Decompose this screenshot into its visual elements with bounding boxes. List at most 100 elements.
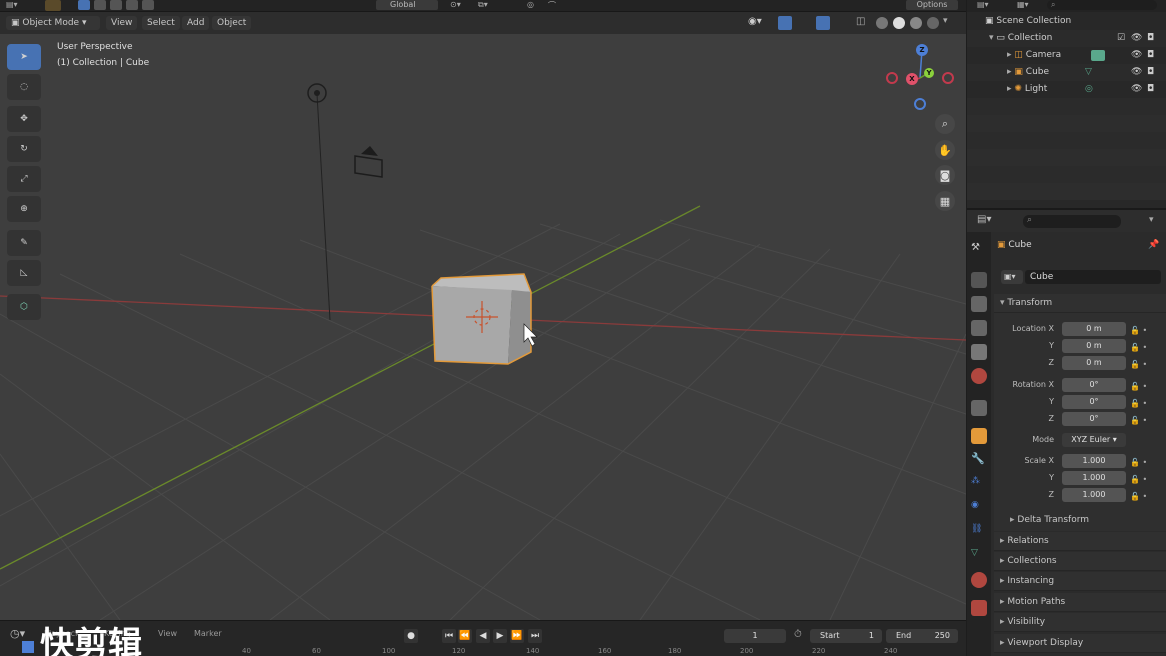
expand-arrow-icon[interactable]: ▸ — [967, 84, 1012, 94]
select-box-icon[interactable] — [45, 0, 61, 11]
gizmo-neg-z[interactable] — [914, 98, 926, 110]
lock-icon[interactable]: 🔓 • — [1130, 395, 1147, 412]
current-frame-field[interactable]: 1 — [724, 629, 786, 643]
next-keyframe-icon[interactable]: ⏩ — [510, 629, 524, 643]
tool-measure[interactable]: ◺ — [7, 260, 41, 286]
lock-icon[interactable]: 🔓 • — [1130, 488, 1147, 505]
pan-hand-icon[interactable]: ✋ — [935, 140, 955, 160]
falloff-icon[interactable]: ⌒ — [548, 0, 556, 11]
collection-tab-icon[interactable] — [971, 400, 987, 416]
light-render-icon[interactable]: ◘ — [1147, 81, 1154, 98]
visibility-panel-header[interactable]: ▸ Visibility — [994, 613, 1166, 632]
tool-rotate[interactable]: ↻ — [7, 136, 41, 162]
expand-arrow-icon[interactable]: ▸ — [967, 67, 1012, 77]
motion-paths-panel-header[interactable]: ▸ Motion Paths — [994, 593, 1166, 612]
start-frame-field[interactable]: Start 1 — [810, 629, 882, 643]
prev-keyframe-icon[interactable]: ⏪ — [458, 629, 472, 643]
particles-tab-icon[interactable]: ⁂ — [971, 476, 987, 492]
instancing-panel-header[interactable]: ▸ Instancing — [994, 572, 1166, 591]
outliner-item-camera[interactable]: ▸ ◫ Camera 👁 ◘ — [967, 47, 1166, 64]
mode-difference-icon[interactable] — [126, 0, 138, 10]
expand-arrow-icon[interactable]: ▸ — [967, 50, 1012, 60]
mode-set-icon[interactable] — [78, 0, 90, 10]
menu-select[interactable]: Select — [142, 16, 180, 30]
lock-icon[interactable]: 🔓 • — [1130, 471, 1147, 488]
timeline-menu-marker[interactable]: Marker — [194, 629, 222, 638]
light-eye-icon[interactable]: 👁 — [1131, 81, 1142, 98]
tool-add-cube[interactable]: ⬡ — [7, 294, 41, 320]
display-mode-icon[interactable]: ▦▾ — [1017, 0, 1029, 9]
texture-tab-icon[interactable] — [971, 600, 987, 616]
scale-y-field[interactable]: 1.000 — [1062, 471, 1126, 485]
mesh-data-icon[interactable]: ▽ — [1085, 64, 1092, 81]
jump-end-icon[interactable]: ⏭ — [528, 629, 542, 643]
scale-z-field[interactable]: 1.000 — [1062, 488, 1126, 502]
lock-icon[interactable]: 🔓 • — [1130, 322, 1147, 339]
object-tab-icon[interactable] — [971, 428, 987, 444]
camera-data-icon[interactable] — [1091, 50, 1105, 61]
play-reverse-icon[interactable]: ◀ — [476, 629, 490, 643]
cube-render-icon[interactable]: ◘ — [1147, 64, 1154, 81]
timeline-menu-view[interactable]: View — [158, 629, 177, 638]
outliner-scene-collection[interactable]: ▣ Scene Collection — [967, 13, 1166, 30]
mode-subtract-icon[interactable] — [110, 0, 122, 10]
pivot-icon[interactable]: ⊙▾ — [450, 0, 461, 9]
shading-material-icon[interactable] — [910, 17, 922, 29]
collection-eye-icon[interactable]: 👁 — [1131, 30, 1142, 47]
proportional-icon[interactable]: ◎ — [527, 0, 534, 9]
camera-render-icon[interactable]: ◘ — [1147, 47, 1154, 64]
modifier-tab-icon[interactable]: 🔧 — [971, 452, 987, 468]
shading-rendered-icon[interactable] — [927, 17, 939, 29]
gizmo-z-axis[interactable]: Z — [916, 44, 928, 56]
properties-search-input[interactable]: ⌕ — [1023, 215, 1121, 228]
shading-options-icon[interactable]: ▾ — [943, 16, 948, 26]
visibility-icon[interactable]: ◉▾ — [748, 16, 762, 27]
mode-extend-icon[interactable] — [94, 0, 106, 10]
physics-tab-icon[interactable]: ◉ — [971, 500, 987, 516]
location-y-field[interactable]: 0 m — [1062, 339, 1126, 353]
snap-icon[interactable]: ⧉▾ — [478, 0, 488, 10]
zoom-icon[interactable]: ⌕ — [935, 114, 955, 134]
lock-icon[interactable]: 🔓 • — [1130, 412, 1147, 429]
mode-intersect-icon[interactable] — [142, 0, 154, 10]
tool-transform[interactable]: ⊕ — [7, 196, 41, 222]
view-layer-tab-icon[interactable] — [971, 320, 987, 336]
camera-eye-icon[interactable]: 👁 — [1131, 47, 1142, 64]
object-name-field[interactable]: Cube — [1025, 270, 1161, 284]
tool-annotate[interactable]: ✎ — [7, 230, 41, 256]
expand-arrow-icon[interactable]: ▾ — [967, 33, 994, 43]
collection-checkbox-icon[interactable]: ☑ — [1117, 30, 1125, 47]
lock-icon[interactable]: 🔓 • — [1130, 356, 1147, 373]
tool-move[interactable]: ✥ — [7, 106, 41, 132]
navigation-gizmo[interactable]: Z X Y — [884, 42, 956, 114]
scale-x-field[interactable]: 1.000 — [1062, 454, 1126, 468]
rotation-mode-dropdown[interactable]: XYZ Euler ▾ — [1062, 433, 1126, 447]
menu-add[interactable]: Add — [182, 16, 210, 30]
orientation-dropdown[interactable]: Global — [376, 0, 438, 10]
output-tab-icon[interactable] — [971, 296, 987, 312]
outliner-search-input[interactable]: ⌕ — [1047, 0, 1157, 10]
menu-view[interactable]: View — [106, 16, 138, 30]
gizmo-toggle-icon[interactable] — [778, 16, 792, 30]
cube-object[interactable] — [432, 286, 512, 364]
object-mode-dropdown[interactable]: ▣ Object Mode ▾ — [6, 16, 100, 30]
light-data-icon[interactable]: ◎ — [1085, 81, 1093, 98]
outliner-editor-icon[interactable]: ▤▾ — [977, 0, 989, 9]
gizmo-y-axis[interactable]: Y — [924, 68, 934, 78]
3d-viewport[interactable]: User Perspective (1) Collection | Cube ➤… — [0, 34, 966, 620]
transform-panel-header[interactable]: ▾ Transform — [994, 294, 1166, 313]
world-tab-icon[interactable] — [971, 368, 987, 384]
pin-icon[interactable]: 📌 — [1148, 240, 1159, 250]
outliner-item-light[interactable]: ▸ ✺ Light ◎ 👁 ◘ — [967, 81, 1166, 98]
shading-solid-icon[interactable] — [893, 17, 905, 29]
tool-scale[interactable]: ⤢ — [7, 166, 41, 192]
constraints-tab-icon[interactable]: ⛓ — [971, 524, 987, 540]
scene-tab-icon[interactable] — [971, 344, 987, 360]
jump-start-icon[interactable]: ⏮ — [442, 629, 456, 643]
shading-wireframe-icon[interactable] — [876, 17, 888, 29]
gizmo-neg-x-2[interactable] — [942, 72, 954, 84]
camera-view-icon[interactable]: ◙ — [935, 165, 955, 185]
gizmo-neg-x[interactable] — [886, 72, 898, 84]
rotation-x-field[interactable]: 0° — [1062, 378, 1126, 392]
data-tab-icon[interactable]: ▽ — [971, 548, 987, 564]
